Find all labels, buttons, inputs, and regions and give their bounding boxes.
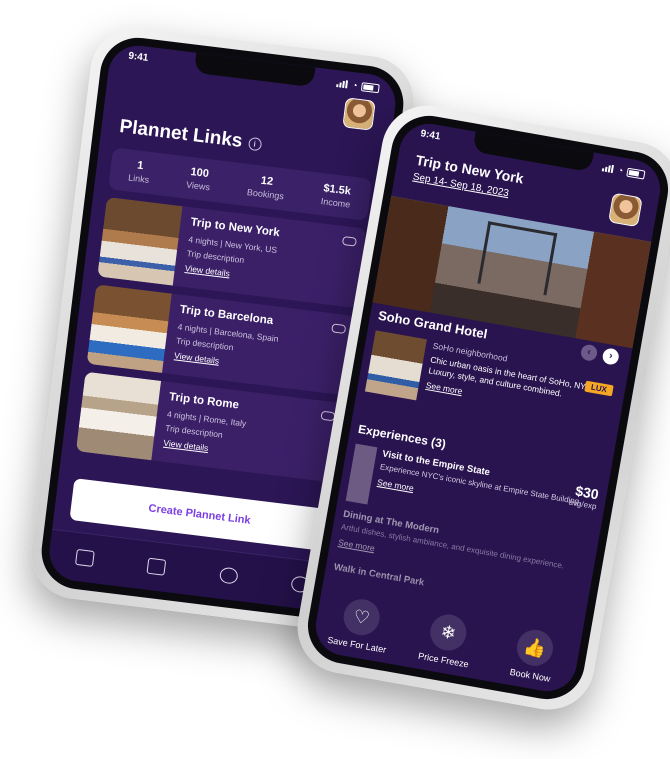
battery-icon <box>360 81 380 93</box>
see-more-link[interactable]: See more <box>337 537 375 553</box>
bridge-shape <box>477 221 557 296</box>
heart-icon: ♡ <box>340 596 383 639</box>
view-details-link[interactable]: View details <box>174 350 220 365</box>
see-more-link[interactable]: See more <box>425 380 463 396</box>
signal-icon <box>601 163 614 173</box>
hotel-room-image <box>75 371 162 461</box>
calendar-check-icon[interactable] <box>146 557 167 576</box>
avatar[interactable] <box>608 192 643 228</box>
info-icon[interactable]: i <box>247 136 262 151</box>
battery-icon <box>626 167 646 180</box>
status-time: 9:41 <box>127 50 149 64</box>
price-freeze-button[interactable]: ❄ Price Freeze <box>408 609 486 671</box>
experience-image <box>345 443 378 505</box>
link-icon[interactable] <box>341 236 357 247</box>
signal-icon <box>335 79 349 89</box>
save-for-later-button[interactable]: ♡ Save For Later <box>321 593 399 655</box>
next-arrow-icon[interactable]: › <box>601 347 620 366</box>
book-now-button[interactable]: 👍 Book Now <box>495 624 573 686</box>
stat-income: $1.5k Income <box>320 182 352 210</box>
page-title: Plannet Links i <box>118 116 262 155</box>
status-time: 9:41 <box>419 128 442 143</box>
see-more-link[interactable]: See more <box>377 477 415 493</box>
view-details-link[interactable]: View details <box>163 438 209 453</box>
view-details-link[interactable]: View details <box>184 263 230 278</box>
thumbs-up-icon: 👍 <box>514 626 556 669</box>
wifi-icon: ◔ <box>616 165 625 176</box>
prev-arrow-icon[interactable]: ‹ <box>579 343 599 362</box>
wifi-icon: ◔ <box>351 80 359 91</box>
avatar[interactable] <box>342 97 376 131</box>
stat-bookings: 12 Bookings <box>246 174 285 202</box>
stat-views: 100 Views <box>185 165 211 193</box>
snowflake-icon: ❄ <box>427 611 470 654</box>
profile-circle-icon[interactable] <box>218 566 239 585</box>
hotel-room-image <box>97 196 183 286</box>
link-icon[interactable] <box>331 323 347 334</box>
stat-links: 1 Links <box>127 159 150 185</box>
bed-icon[interactable] <box>75 548 95 567</box>
hotel-room-image <box>86 284 172 373</box>
